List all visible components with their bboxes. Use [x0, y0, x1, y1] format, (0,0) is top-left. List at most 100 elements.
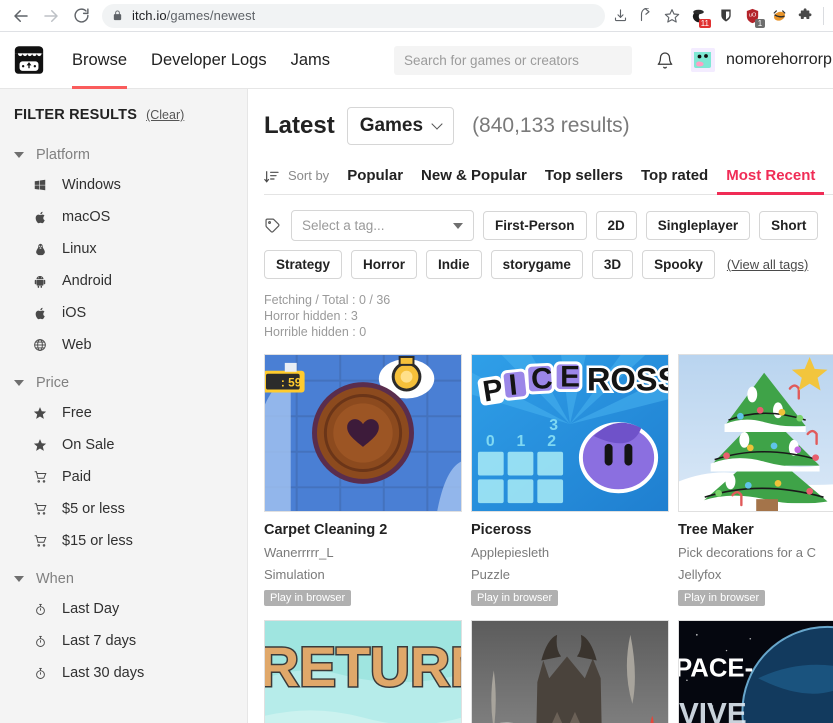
play-in-browser-badge: Play in browser [678, 590, 766, 606]
game-card[interactable]: : 59 Carpet Cleaning 2 Wanerrrrr_L Simul… [264, 354, 462, 606]
tag-chip-singleplayer[interactable]: Singleplayer [645, 211, 751, 240]
nav-item-browse[interactable]: Browse [60, 32, 139, 89]
tag-select[interactable]: Select a tag... [291, 210, 474, 241]
sort-tab-popular[interactable]: Popular [338, 167, 412, 194]
sort-descending-icon[interactable] [264, 169, 280, 194]
stopwatch-icon [30, 633, 50, 649]
play-in-browser-badge: Play in browser [264, 590, 352, 606]
cart-icon [30, 469, 50, 485]
filter-item-free[interactable]: Free [0, 397, 247, 429]
tag-chip-storygame[interactable]: storygame [490, 250, 583, 279]
filter-item-label: Last 30 days [62, 665, 145, 681]
status-fetching: Fetching / Total : 0 / 36 [264, 293, 391, 307]
tag-chip-indie[interactable]: Indie [426, 250, 482, 279]
tag-chip-first-person[interactable]: First-Person [483, 211, 587, 240]
dark-tower-thumbnail[interactable] [471, 620, 669, 723]
dark-reader-extension-icon[interactable]: 11 [685, 2, 712, 30]
nav-item-jams[interactable]: Jams [279, 32, 342, 89]
carpet-cleaning-thumbnail[interactable]: : 59 [264, 354, 462, 512]
filter-item-last-30-days[interactable]: Last 30 days [0, 657, 247, 689]
tag-chip-horror[interactable]: Horror [351, 250, 418, 279]
extensions-puzzle-icon[interactable] [793, 2, 820, 30]
svg-text:E: E [560, 361, 580, 394]
sort-tab-top-rated[interactable]: Top rated [632, 167, 717, 194]
filter-group-label: When [36, 571, 74, 587]
filter-item-web[interactable]: Web [0, 329, 247, 361]
game-card[interactable]: 0123 P I C E ROSS [471, 354, 669, 606]
apple-icon [30, 209, 50, 225]
star-icon [30, 437, 50, 453]
ublock-origin-extension-icon[interactable]: uO 1 [739, 2, 766, 30]
game-title[interactable]: Piceross [471, 522, 669, 538]
tag-icon [264, 217, 281, 234]
filter-item-ios[interactable]: iOS [0, 297, 247, 329]
filter-item-5-or-less[interactable]: $5 or less [0, 493, 247, 525]
game-author[interactable]: Jellyfox [678, 567, 833, 582]
filter-item-on-sale[interactable]: On Sale [0, 429, 247, 461]
username-label[interactable]: nomorehorrorp [726, 51, 832, 69]
clear-filters-link[interactable]: (Clear) [146, 108, 184, 122]
game-card[interactable]: PACE- VIVE [678, 620, 833, 723]
tag-select-placeholder: Select a tag... [302, 218, 385, 233]
filter-item-linux[interactable]: Linux [0, 233, 247, 265]
reload-icon[interactable] [66, 1, 96, 31]
category-select[interactable]: Games [346, 107, 455, 145]
piceross-thumbnail[interactable]: 0123 P I C E ROSS [471, 354, 669, 512]
itch-io-logo[interactable] [12, 43, 46, 77]
space-planet-thumbnail[interactable]: PACE- VIVE [678, 620, 833, 723]
filter-item-windows[interactable]: Windows [0, 169, 247, 201]
back-arrow-icon[interactable] [6, 1, 36, 31]
bookmark-star-icon[interactable] [659, 4, 685, 28]
game-card[interactable]: RETURN [264, 620, 462, 723]
game-card[interactable]: Tree Maker Pick decorations for a C Jell… [678, 354, 833, 606]
search-box[interactable] [394, 45, 633, 75]
sort-tab-new-and-popular[interactable]: New & Popular [412, 167, 536, 194]
svg-text:VIVE: VIVE [679, 698, 747, 723]
view-all-tags-link[interactable]: (View all tags) [727, 257, 808, 272]
filter-item-macos[interactable]: macOS [0, 201, 247, 233]
install-icon[interactable] [607, 4, 633, 28]
filter-item-last-day[interactable]: Last Day [0, 593, 247, 625]
search-input[interactable] [404, 52, 623, 68]
results-count: (840,133 results) [472, 114, 630, 137]
game-card[interactable] [471, 620, 669, 723]
cart-icon [30, 501, 50, 517]
game-title[interactable]: Carpet Cleaning 2 [264, 522, 462, 538]
return-thumbnail[interactable]: RETURN [264, 620, 462, 723]
filter-item-label: macOS [62, 209, 111, 225]
game-author[interactable]: Applepiesleth [471, 545, 669, 560]
filter-group-header-price[interactable]: Price [0, 369, 247, 397]
tag-chip-2d[interactable]: 2D [595, 211, 637, 240]
forward-arrow-icon[interactable] [36, 1, 66, 31]
cart-icon [30, 533, 50, 549]
filter-item-android[interactable]: Android [0, 265, 247, 297]
filter-group-header-platform[interactable]: Platform [0, 141, 247, 169]
tag-chip-short[interactable]: Short [759, 211, 819, 240]
bitwarden-extension-icon[interactable] [712, 2, 739, 30]
nav-item-developer-logs[interactable]: Developer Logs [139, 32, 279, 89]
game-author[interactable]: Wanerrrrr_L [264, 545, 462, 560]
filter-item-15-or-less[interactable]: $15 or less [0, 525, 247, 557]
sort-tab-top-sellers[interactable]: Top sellers [536, 167, 632, 194]
tag-row-secondary: Strategy Horror Indie storygame 3D Spook… [264, 250, 833, 279]
svg-text:2: 2 [547, 433, 556, 450]
avatar[interactable] [691, 48, 716, 72]
game-title[interactable]: Tree Maker [678, 522, 833, 538]
nav-item-label: Jams [290, 50, 331, 69]
honey-extension-icon[interactable] [766, 2, 793, 30]
tag-chip-strategy[interactable]: Strategy [264, 250, 343, 279]
page-title: Latest [264, 112, 335, 139]
tag-chip-spooky[interactable]: Spooky [642, 250, 715, 279]
filter-group-header-when[interactable]: When [0, 565, 247, 593]
filter-item-last-7-days[interactable]: Last 7 days [0, 625, 247, 657]
share-icon[interactable] [633, 4, 659, 28]
svg-text:3: 3 [549, 417, 558, 434]
sort-tab-most-recent[interactable]: Most Recent [717, 167, 825, 195]
address-bar[interactable]: itch.io/games/newest [102, 3, 605, 28]
tree-maker-thumbnail[interactable] [678, 354, 833, 512]
chevron-down-icon [453, 222, 463, 229]
filter-item-paid[interactable]: Paid [0, 461, 247, 493]
extensions-area: 11 uO 1 [685, 0, 827, 31]
tag-chip-3d[interactable]: 3D [591, 250, 634, 279]
notification-bell-icon[interactable] [656, 51, 674, 70]
